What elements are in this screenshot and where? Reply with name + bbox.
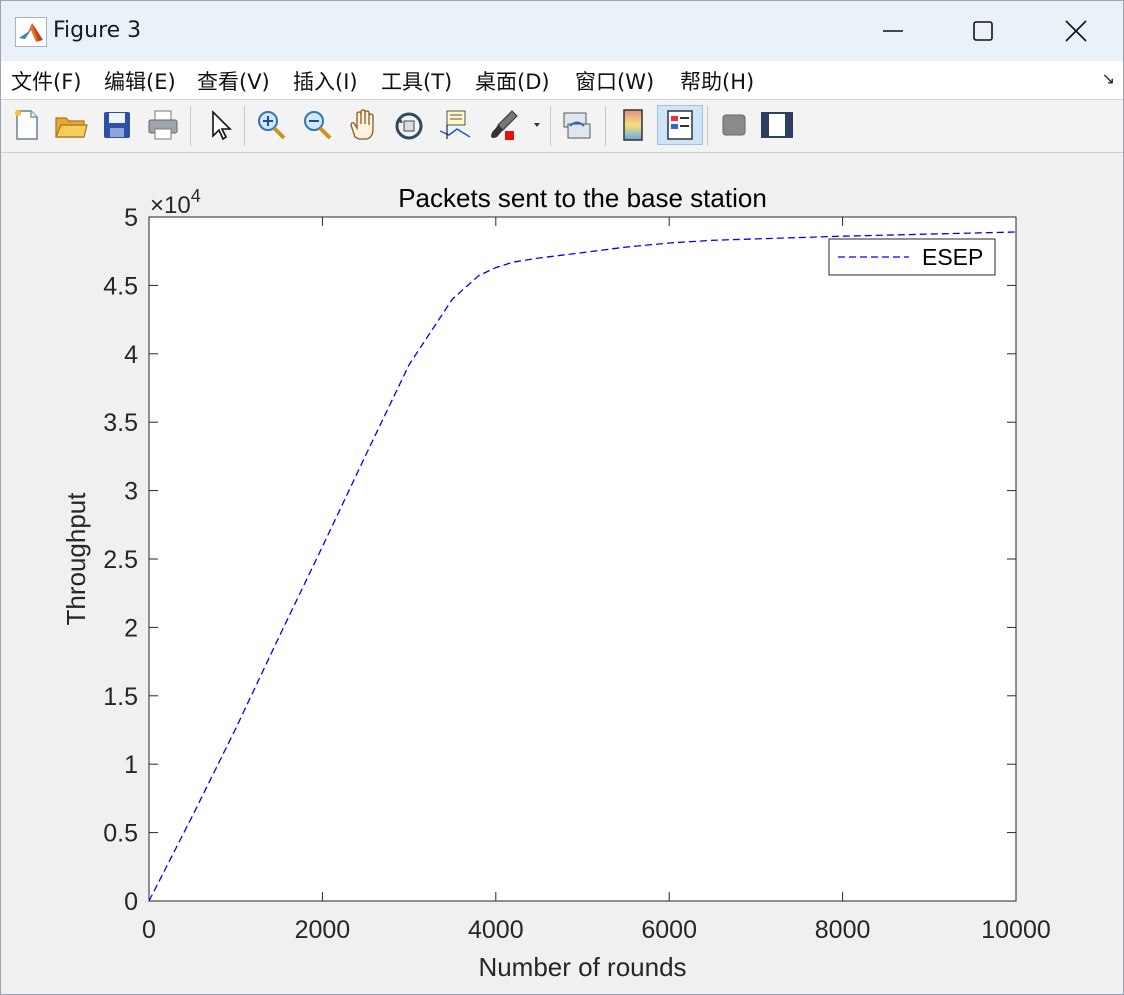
hide-plot-tools-icon[interactable] — [715, 107, 751, 143]
menu-tools[interactable]: 工具(T) — [381, 66, 452, 96]
x-axis-label: Number of rounds — [478, 952, 686, 982]
menu-help[interactable]: 帮助(H) — [680, 66, 754, 96]
legend-entry-label: ESEP — [922, 244, 983, 270]
y-axis-exponent: ×104 — [150, 186, 201, 219]
y-tick-label: 1.5 — [103, 683, 138, 711]
x-tick-label: 6000 — [641, 916, 697, 944]
y-axis-label: Throughput — [61, 492, 91, 626]
y-tick-label: 3.5 — [103, 409, 138, 437]
plot-axes: 0 2000 4000 6000 8000 10000 0 0.5 1 1.5 2 2.5 3 3.5 4 4… — [61, 183, 1051, 982]
maximize-button[interactable] — [937, 7, 1027, 55]
x-tick-label: 10000 — [981, 916, 1051, 944]
legend-icon[interactable] — [657, 105, 703, 145]
x-tick-label: 4000 — [468, 916, 524, 944]
pan-hand-icon[interactable] — [345, 107, 381, 143]
y-tick-label: 0.5 — [103, 820, 138, 848]
toolbar-separator — [707, 106, 708, 146]
maximize-icon — [973, 21, 993, 41]
zoom-out-icon[interactable] — [299, 107, 335, 143]
link-plot-icon[interactable] — [559, 107, 595, 143]
title-bar: Figure 3 — [1, 1, 1123, 61]
y-exponent-power: 4 — [191, 186, 201, 206]
toolbar-separator — [244, 106, 245, 146]
legend[interactable]: ESEP — [828, 238, 996, 276]
figure-canvas: 0 2000 4000 6000 8000 10000 0 0.5 1 1.5 2 2.5 3 3.5 4 4… — [1, 153, 1123, 994]
zoom-in-icon[interactable] — [253, 107, 289, 143]
minimize-icon — [883, 30, 903, 32]
toolbar-separator — [550, 106, 551, 146]
print-icon[interactable] — [145, 107, 181, 143]
menu-window[interactable]: 窗口(W) — [575, 66, 654, 96]
chart-title: Packets sent to the base station — [398, 183, 767, 213]
show-plot-tools-icon[interactable] — [759, 107, 795, 143]
figure-window: Figure 3 文件(F) 编辑(E) 查看(V) 插入(I) 工具(T) 桌… — [0, 0, 1124, 995]
y-tick-label: 0 — [124, 888, 138, 916]
menu-desktop[interactable]: 桌面(D) — [475, 66, 550, 96]
toolbar-separator — [190, 106, 191, 146]
x-tick-label: 8000 — [815, 916, 871, 944]
data-cursor-icon[interactable] — [437, 107, 473, 143]
y-tick-label: 4 — [124, 341, 138, 369]
menu-file[interactable]: 文件(F) — [11, 66, 81, 96]
menu-insert[interactable]: 插入(I) — [293, 66, 358, 96]
colorbar-icon[interactable] — [615, 107, 651, 143]
axes-background — [148, 216, 1017, 902]
menu-view[interactable]: 查看(V) — [197, 66, 270, 96]
x-tick-label: 0 — [142, 916, 156, 944]
brush-icon[interactable] — [487, 107, 523, 143]
pointer-icon[interactable] — [201, 107, 237, 143]
open-folder-icon[interactable] — [53, 107, 89, 143]
close-button[interactable] — [1031, 7, 1121, 55]
menu-bar: 文件(F) 编辑(E) 查看(V) 插入(I) 工具(T) 桌面(D) 窗口(W… — [1, 61, 1123, 100]
y-tick-label: 3 — [124, 478, 138, 506]
minimize-button[interactable] — [847, 7, 937, 55]
menu-edit[interactable]: 编辑(E) — [104, 66, 176, 96]
y-tick-label: 2.5 — [103, 546, 138, 574]
y-tick-label: 4.5 — [103, 272, 138, 300]
y-tick-label: 5 — [124, 204, 138, 232]
matlab-logo-icon — [15, 17, 47, 47]
y-tick-label: 2 — [124, 614, 138, 642]
x-tick-label: 2000 — [295, 916, 351, 944]
y-exponent-prefix: ×10 — [150, 192, 191, 219]
save-icon[interactable] — [99, 107, 135, 143]
brush-dropdown-icon[interactable] — [527, 107, 547, 143]
window-title: Figure 3 — [53, 18, 142, 43]
dock-arrow-icon[interactable]: ↘ — [1102, 69, 1115, 88]
rotate-3d-icon[interactable] — [391, 107, 427, 143]
new-figure-icon[interactable] — [9, 107, 45, 143]
toolbar-separator — [605, 106, 606, 146]
y-tick-label: 1 — [124, 751, 138, 779]
figure-toolbar — [1, 100, 1123, 153]
close-icon — [1065, 20, 1087, 42]
